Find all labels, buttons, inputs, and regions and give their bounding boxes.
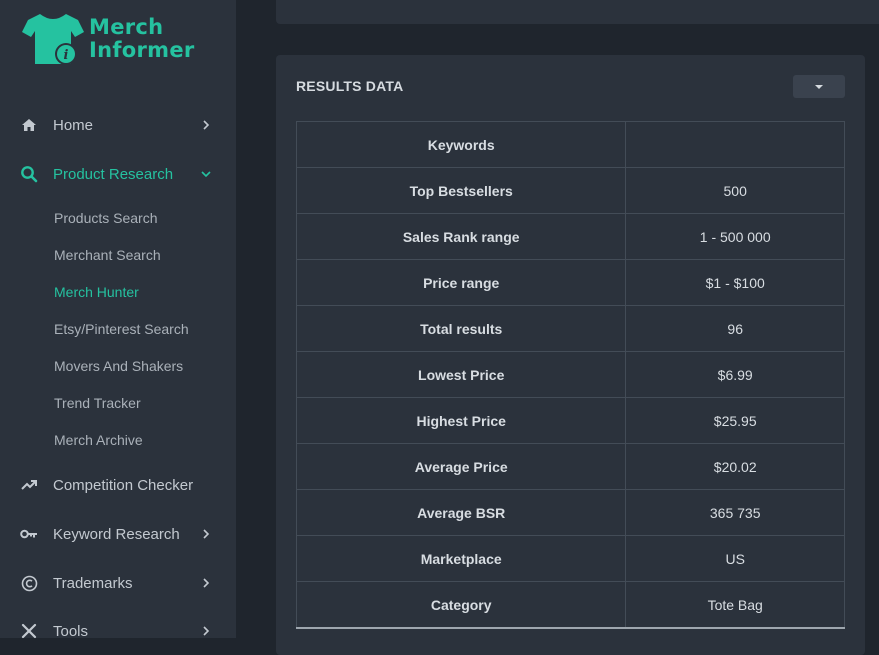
row-label: Sales Rank range bbox=[295, 213, 627, 260]
table-row: Lowest Price $6.99 bbox=[295, 351, 845, 398]
submenu-trend-tracker[interactable]: Trend Tracker bbox=[54, 395, 141, 411]
row-value: $1 - $100 bbox=[625, 259, 845, 306]
row-label: Marketplace bbox=[295, 535, 627, 582]
submenu-merch-hunter[interactable]: Merch Hunter bbox=[54, 284, 139, 300]
sidebar-item-home[interactable]: Home bbox=[0, 109, 236, 141]
row-value: US bbox=[625, 535, 845, 582]
home-icon bbox=[20, 116, 38, 134]
caret-down-icon bbox=[815, 84, 823, 89]
row-label: Highest Price bbox=[295, 397, 627, 444]
table-row: Category Tote Bag bbox=[295, 581, 845, 628]
sidebar-item-trademarks[interactable]: Trademarks bbox=[0, 567, 236, 599]
row-value bbox=[625, 121, 845, 168]
sidebar-item-label: Trademarks bbox=[53, 574, 133, 592]
copyright-icon bbox=[20, 574, 38, 592]
table-row: Price range $1 - $100 bbox=[295, 259, 845, 306]
sidebar-item-label: Tools bbox=[53, 622, 89, 640]
chevron-right-icon bbox=[200, 528, 212, 540]
row-label: Category bbox=[295, 581, 627, 628]
submenu-merchant-search[interactable]: Merchant Search bbox=[54, 247, 161, 263]
results-title: RESULTS DATA bbox=[296, 78, 404, 94]
logo[interactable]: i Merch Informer bbox=[22, 10, 195, 70]
row-label: Average BSR bbox=[295, 489, 627, 536]
sidebar-item-label: Competition Checker bbox=[53, 476, 194, 494]
row-value: $6.99 bbox=[625, 351, 845, 398]
sidebar-item-label: Home bbox=[53, 116, 94, 134]
table-bottom-rule bbox=[296, 627, 845, 629]
submenu-movers-and-shakers[interactable]: Movers And Shakers bbox=[54, 358, 183, 374]
table-row: Average BSR 365 735 bbox=[295, 489, 845, 536]
row-value: $25.95 bbox=[625, 397, 845, 444]
row-label: Price range bbox=[295, 259, 627, 306]
sidebar: i Merch Informer Home Product Research P… bbox=[0, 0, 236, 640]
table-row: Keywords bbox=[295, 121, 845, 168]
sidebar-item-label: Product Research bbox=[53, 165, 174, 183]
submenu-products-search[interactable]: Products Search bbox=[54, 210, 158, 226]
sidebar-item-product-research[interactable]: Product Research bbox=[0, 158, 236, 190]
brand-name: Merch Informer bbox=[89, 16, 195, 62]
row-value: 500 bbox=[625, 167, 845, 214]
table-row: Total results 96 bbox=[295, 305, 845, 352]
table-row: Sales Rank range 1 - 500 000 bbox=[295, 213, 845, 260]
tshirt-logo-icon: i bbox=[22, 14, 84, 65]
submenu-etsy-pinterest-search[interactable]: Etsy/Pinterest Search bbox=[54, 321, 189, 337]
row-value: Tote Bag bbox=[625, 581, 845, 628]
results-card: RESULTS DATA Keywords Top Bestsellers 500… bbox=[276, 55, 865, 655]
brand-line2: Informer bbox=[89, 38, 195, 62]
row-label: Total results bbox=[295, 305, 627, 352]
row-value: $20.02 bbox=[625, 443, 845, 490]
sidebar-item-keyword-research[interactable]: Keyword Research bbox=[0, 518, 236, 550]
key-icon bbox=[20, 525, 38, 543]
brand-line1: Merch bbox=[89, 15, 164, 39]
row-value: 1 - 500 000 bbox=[625, 213, 845, 260]
table-row: Marketplace US bbox=[295, 535, 845, 582]
table-row: Top Bestsellers 500 bbox=[295, 167, 845, 214]
table-row: Highest Price $25.95 bbox=[295, 397, 845, 444]
row-label: Average Price bbox=[295, 443, 627, 490]
svg-text:i: i bbox=[64, 48, 69, 63]
search-icon bbox=[20, 165, 38, 183]
submenu-merch-archive[interactable]: Merch Archive bbox=[54, 432, 143, 448]
wrench-icon bbox=[20, 622, 38, 640]
results-dropdown-button[interactable] bbox=[793, 75, 845, 98]
chevron-down-icon bbox=[200, 168, 212, 180]
top-panel bbox=[276, 0, 879, 24]
row-label: Lowest Price bbox=[295, 351, 627, 398]
table-row: Average Price $20.02 bbox=[295, 443, 845, 490]
row-value: 96 bbox=[625, 305, 845, 352]
chevron-right-icon bbox=[200, 119, 212, 131]
trending-up-icon bbox=[20, 476, 38, 494]
sidebar-item-tools[interactable]: Tools bbox=[0, 615, 236, 647]
row-label: Keywords bbox=[295, 121, 627, 168]
results-table: Keywords Top Bestsellers 500 Sales Rank r… bbox=[295, 121, 845, 628]
row-label: Top Bestsellers bbox=[295, 167, 627, 214]
chevron-right-icon bbox=[200, 577, 212, 589]
sidebar-item-label: Keyword Research bbox=[53, 525, 180, 543]
sidebar-item-competition-checker[interactable]: Competition Checker bbox=[0, 469, 236, 501]
chevron-right-icon bbox=[200, 625, 212, 637]
row-value: 365 735 bbox=[625, 489, 845, 536]
